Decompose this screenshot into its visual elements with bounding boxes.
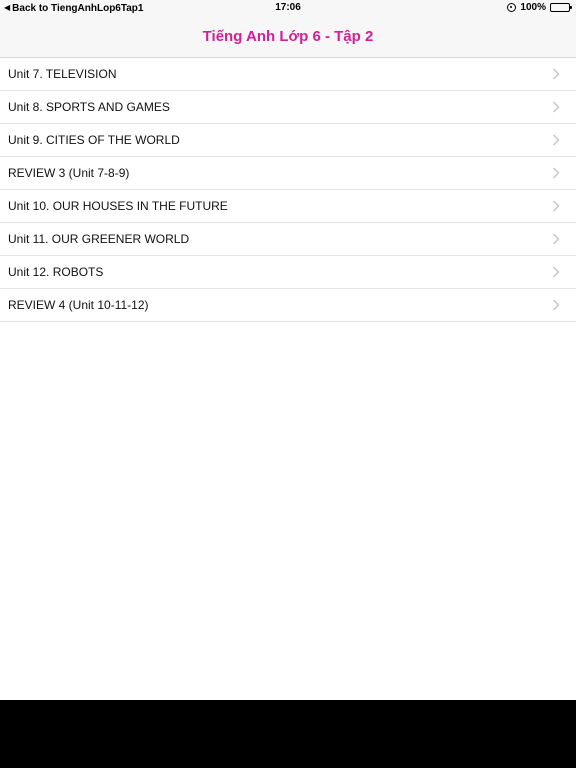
- list-item-review-3[interactable]: REVIEW 3 (Unit 7-8-9): [0, 157, 576, 190]
- list-item-unit-10[interactable]: Unit 10. OUR HOUSES IN THE FUTURE: [0, 190, 576, 223]
- chevron-right-icon: [552, 68, 560, 80]
- chevron-right-icon: [552, 167, 560, 179]
- list-item-unit-12[interactable]: Unit 12. ROBOTS: [0, 256, 576, 289]
- list-item-label: Unit 7. TELEVISION: [8, 67, 117, 81]
- chevron-right-icon: [552, 299, 560, 311]
- list-item-label: Unit 12. ROBOTS: [8, 265, 104, 279]
- chevron-right-icon: [552, 101, 560, 113]
- chevron-right-icon: [552, 200, 560, 212]
- battery-percent: 100%: [520, 2, 546, 13]
- battery-icon: [550, 3, 572, 12]
- list-item-label: REVIEW 3 (Unit 7-8-9): [8, 166, 130, 180]
- status-bar: ◀ Back to TiengAnhLop6Tap1 17:06 100%: [0, 0, 576, 16]
- unit-list: Unit 7. TELEVISION Unit 8. SPORTS AND GA…: [0, 58, 576, 322]
- chevron-right-icon: [552, 266, 560, 278]
- navigation-bar: Tiếng Anh Lớp 6 - Tập 2: [0, 16, 576, 58]
- list-item-unit-11[interactable]: Unit 11. OUR GREENER WORLD: [0, 223, 576, 256]
- status-right: 100%: [507, 2, 572, 13]
- page-title: Tiếng Anh Lớp 6 - Tập 2: [202, 28, 374, 45]
- list-item-unit-9[interactable]: Unit 9. CITIES OF THE WORLD: [0, 124, 576, 157]
- list-item-unit-7[interactable]: Unit 7. TELEVISION: [0, 58, 576, 91]
- list-item-review-4[interactable]: REVIEW 4 (Unit 10-11-12): [0, 289, 576, 322]
- status-time: 17:06: [275, 2, 301, 13]
- chevron-right-icon: [552, 134, 560, 146]
- list-item-label: Unit 11. OUR GREENER WORLD: [8, 232, 190, 246]
- list-item-label: REVIEW 4 (Unit 10-11-12): [8, 298, 149, 312]
- list-item-label: Unit 9. CITIES OF THE WORLD: [8, 133, 180, 147]
- orientation-lock-icon: [507, 3, 517, 12]
- list-item-unit-8[interactable]: Unit 8. SPORTS AND GAMES: [0, 91, 576, 124]
- chevron-right-icon: [552, 233, 560, 245]
- list-item-label: Unit 8. SPORTS AND GAMES: [8, 100, 170, 114]
- bottom-black-bar: [0, 700, 576, 768]
- list-item-label: Unit 10. OUR HOUSES IN THE FUTURE: [8, 199, 228, 213]
